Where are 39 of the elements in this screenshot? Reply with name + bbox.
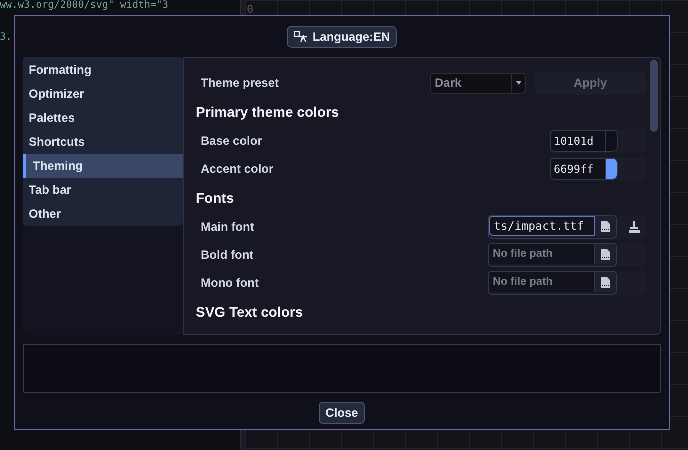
sidebar-item[interactable]: Other [23, 202, 183, 226]
file-button[interactable] [595, 272, 616, 292]
file-path-field[interactable]: ts/impact.ttf [489, 216, 595, 236]
section-heading: Primary theme colors [196, 103, 340, 122]
ruler-label: 0 [247, 3, 254, 16]
sidebar-item[interactable]: Palettes [23, 106, 183, 130]
section-heading: SVG Text colors [196, 303, 304, 322]
file-path-field[interactable]: No file path [489, 244, 595, 264]
close-button[interactable]: Close [318, 402, 366, 424]
setting-label: Main font [200, 220, 254, 234]
setting-label: Bold font [200, 248, 254, 262]
sidebar-item[interactable]: Theming [23, 154, 183, 178]
file-button[interactable] [595, 216, 616, 236]
sidebar-item[interactable]: Optimizer [23, 82, 183, 106]
preset-dropdown[interactable]: Dark [430, 72, 526, 94]
code-line: 3. [0, 32, 14, 44]
sidebar-item[interactable]: Formatting [23, 58, 183, 82]
file-icon [601, 248, 610, 260]
section-heading: Fonts [196, 189, 236, 208]
file-button[interactable] [595, 244, 616, 264]
color-swatch[interactable] [605, 159, 617, 179]
setting-label: Mono font [200, 276, 259, 290]
caret-icon [516, 81, 522, 85]
scrollbar-thumb[interactable] [650, 60, 658, 132]
broom-icon [628, 221, 640, 233]
color-field[interactable]: 10101d [550, 130, 618, 152]
setting-label: Theme preset [200, 76, 280, 90]
color-swatch[interactable] [605, 131, 617, 151]
setting-label: Accent color [200, 162, 274, 176]
sidebar-item[interactable]: Tab bar [23, 178, 183, 202]
code-line: ww.w3.org/2000/svg" width="3 [0, 0, 170, 12]
sidebar-item[interactable]: Shortcuts [23, 130, 183, 154]
language-button[interactable]: Language:EN [286, 26, 398, 48]
translate-icon [294, 30, 308, 42]
color-field[interactable]: 6699ff [550, 158, 618, 180]
file-path-field[interactable]: No file path [489, 272, 595, 292]
setting-label: Base color [200, 134, 262, 148]
file-icon [601, 276, 610, 288]
file-icon [601, 220, 610, 232]
